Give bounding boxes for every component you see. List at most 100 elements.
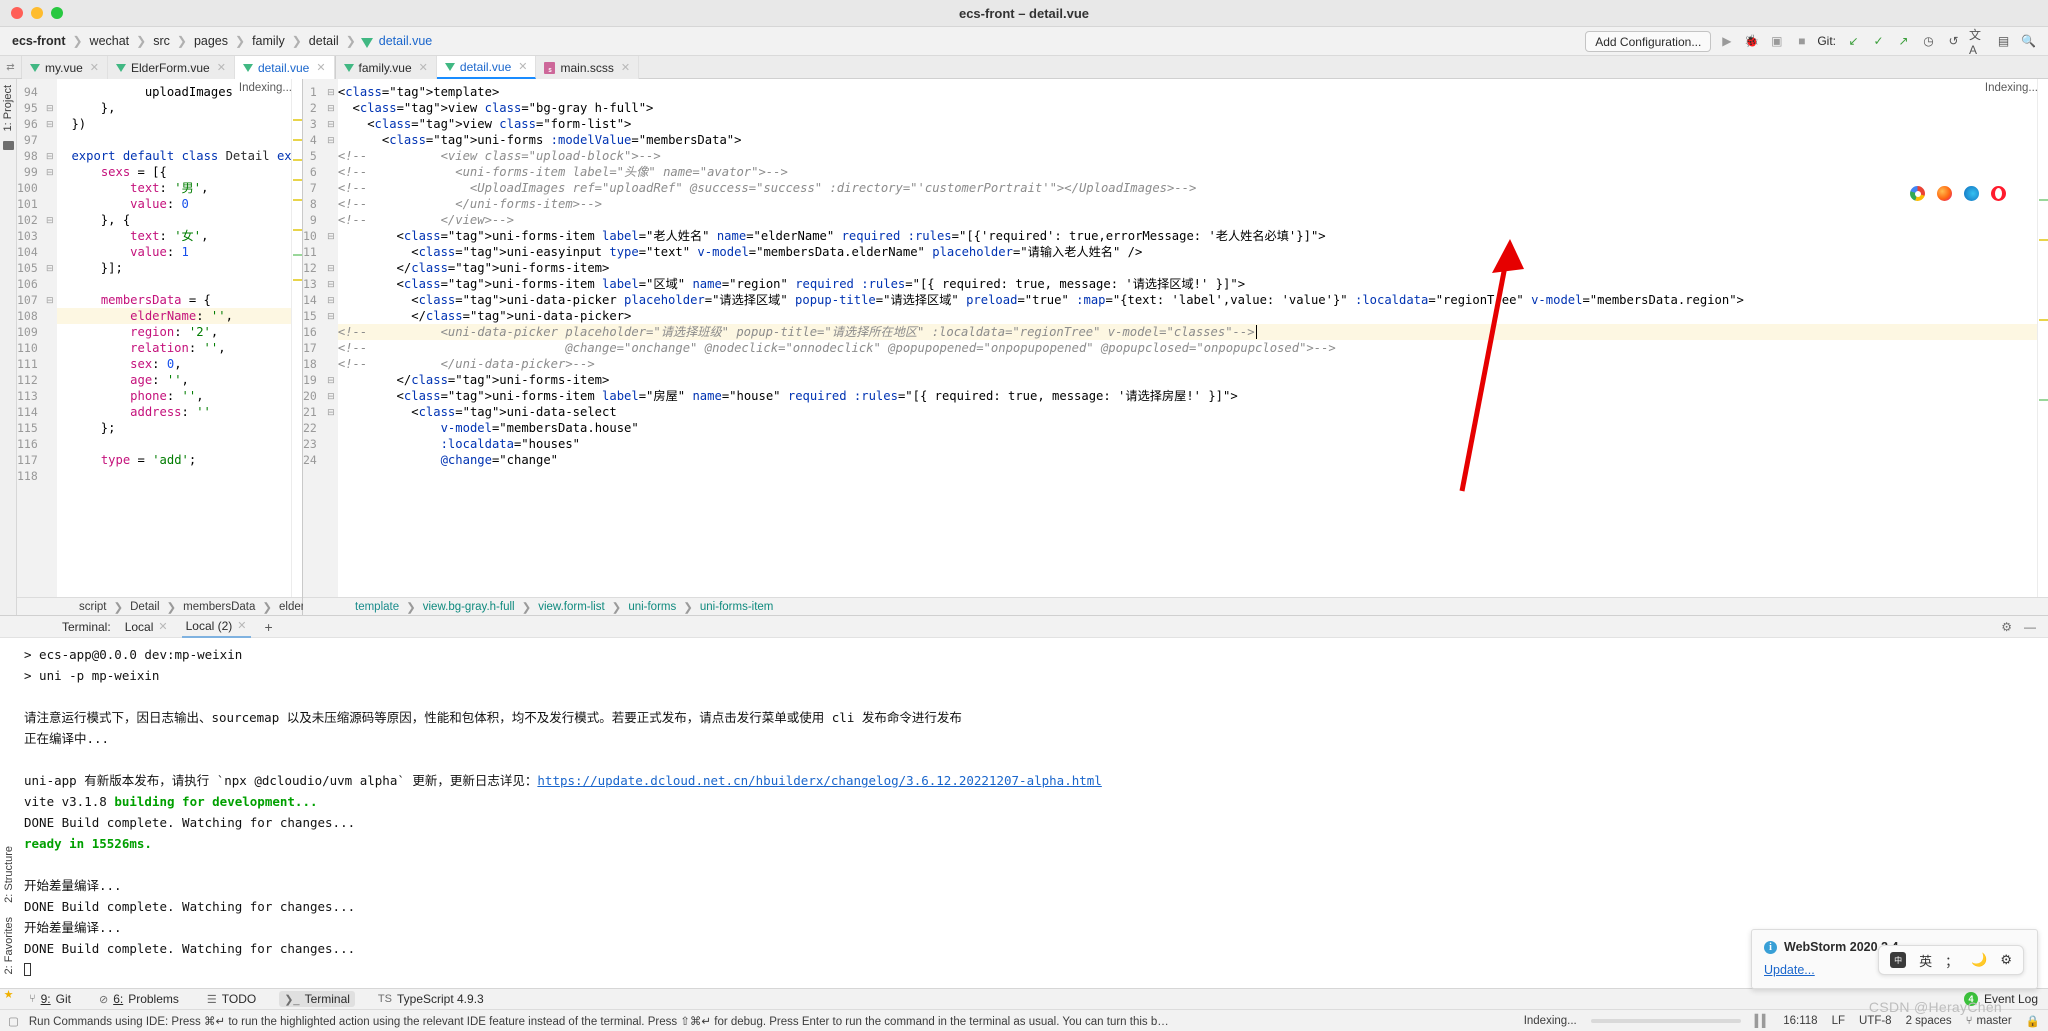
marker-bar-right[interactable] <box>2037 79 2048 597</box>
fold-marker[interactable] <box>324 340 338 356</box>
tool-window-project[interactable]: 1: Project <box>2 85 14 131</box>
fold-marker[interactable] <box>324 180 338 196</box>
close-icon[interactable]: ✕ <box>621 61 630 74</box>
fold-marker[interactable]: ⊟ <box>43 116 57 132</box>
run-icon[interactable]: ▶ <box>1717 32 1736 51</box>
code-text-right[interactable]: <class="tag">template> <class="tag">view… <box>337 79 2037 597</box>
file-encoding[interactable]: UTF-8 <box>1859 1015 1892 1027</box>
gear-icon[interactable]: ⚙ <box>2001 620 2012 634</box>
translate-icon[interactable]: 文A <box>1969 28 1988 57</box>
fold-marker[interactable] <box>43 132 57 148</box>
chrome-icon[interactable] <box>1910 186 1925 201</box>
update-project-icon[interactable]: ↙ <box>1844 32 1863 51</box>
window-controls[interactable] <box>0 7 63 19</box>
caret-position[interactable]: 16:118 <box>1783 1015 1817 1027</box>
ime-punctuation-label[interactable]: ； <box>1945 951 1958 970</box>
breadcrumb-item-src[interactable]: src <box>151 34 172 48</box>
crumb-script[interactable]: script <box>79 601 106 613</box>
close-icon[interactable]: ✕ <box>90 61 99 74</box>
input-method-hud[interactable]: 中 英 ； 🌙 ⚙ <box>1878 945 2024 975</box>
crumb-uni-forms[interactable]: uni-forms <box>628 601 676 613</box>
bottom-tab-terminal[interactable]: ❯_ Terminal <box>279 991 355 1007</box>
debug-icon[interactable]: 🐞 <box>1742 32 1761 51</box>
moon-icon[interactable]: 🌙 <box>1971 952 1987 968</box>
fold-marker[interactable]: ⊟ <box>43 212 57 228</box>
fold-marker[interactable]: ⊟ <box>324 372 338 388</box>
crumb-view-formlist[interactable]: view.form-list <box>538 601 604 613</box>
fold-marker[interactable]: ⊟ <box>324 308 338 324</box>
breadcrumb-item-file[interactable]: detail.vue <box>377 34 435 48</box>
tool-window-structure[interactable]: 2: Structure <box>3 846 15 903</box>
fold-marker[interactable]: ⊟ <box>324 292 338 308</box>
terminal-output[interactable]: > ecs-app@0.0.0 dev:mp-weixin > uni -p mp… <box>0 638 2048 988</box>
editor-right-body[interactable]: Indexing... 1 2 3 4 5 6 7 8 9 10 11 12 13 14 15 16 17 18 1… <box>303 79 2048 597</box>
crumb-membersdata[interactable]: membersData <box>183 601 255 613</box>
fold-marker[interactable]: ⊟ <box>324 404 338 420</box>
favorites-star-icon[interactable]: ★ <box>4 988 14 1001</box>
close-icon[interactable]: ✕ <box>419 61 428 74</box>
fold-column-left[interactable]: ⊟ ⊟ ⊟ ⊟ ⊟ ⊟ ⊟ <box>42 79 57 597</box>
terminal-tab-local[interactable]: Local ✕ <box>121 616 172 638</box>
fold-marker[interactable]: ⊟ <box>43 100 57 116</box>
fold-marker[interactable] <box>324 148 338 164</box>
crumb-template[interactable]: template <box>355 601 399 613</box>
search-icon[interactable]: 🔍 <box>2019 32 2038 51</box>
fold-marker[interactable] <box>324 212 338 228</box>
opera-icon[interactable] <box>1991 186 2006 201</box>
close-icon[interactable]: ✕ <box>518 60 527 73</box>
fold-marker[interactable] <box>43 228 57 244</box>
fold-marker[interactable]: ⊟ <box>324 388 338 404</box>
fold-marker[interactable]: ⊟ <box>324 276 338 292</box>
fold-marker[interactable] <box>324 324 338 340</box>
code-text-left[interactable]: uploadImages }, }) export default class … <box>56 79 291 597</box>
tab-family-vue[interactable]: family.vue ✕ <box>335 56 437 79</box>
browser-launcher-cluster[interactable] <box>1902 182 2014 205</box>
breadcrumb-item-wechat[interactable]: wechat <box>88 34 132 48</box>
add-configuration-button[interactable]: Add Configuration... <box>1585 30 1712 52</box>
editor-left-body[interactable]: Indexing... 94 95 96 97 98 99 100 101 102 103 104 1… <box>17 79 302 597</box>
breadcrumb-item-project[interactable]: ecs-front <box>10 34 67 48</box>
tab-my-vue[interactable]: my.vue ✕ <box>22 56 109 79</box>
fold-marker[interactable]: ⊟ <box>324 100 338 116</box>
coverage-icon[interactable]: ▣ <box>1767 32 1786 51</box>
close-icon[interactable]: ✕ <box>237 619 246 632</box>
minimize-window-button[interactable] <box>31 7 43 19</box>
tab-detail-vue-right[interactable]: detail.vue ✕ <box>436 56 537 79</box>
fold-marker[interactable]: ⊟ <box>324 260 338 276</box>
edge-icon[interactable] <box>1964 186 1979 201</box>
marker-bar-left[interactable] <box>291 79 302 597</box>
minimize-icon[interactable]: — <box>2024 620 2036 634</box>
fold-marker[interactable]: ⊟ <box>324 116 338 132</box>
pause-indexing-icon[interactable]: ▍▍ <box>1755 1014 1772 1028</box>
maximize-window-button[interactable] <box>51 7 63 19</box>
fold-marker[interactable] <box>43 276 57 292</box>
commit-icon[interactable]: ✓ <box>1869 32 1888 51</box>
terminal-tab-local-2[interactable]: Local (2) ✕ <box>181 616 251 638</box>
bottom-tab-problems[interactable]: ⊘ 6: Problems <box>94 991 184 1007</box>
crumb-detail[interactable]: Detail <box>130 601 159 613</box>
layout-icon[interactable]: ▤ <box>1994 32 2013 51</box>
fold-marker[interactable]: ⊟ <box>43 292 57 308</box>
tab-detail-vue-left[interactable]: detail.vue ✕ <box>234 56 335 79</box>
ime-app-icon[interactable]: 中 <box>1890 952 1907 968</box>
git-branch-widget[interactable]: ⑂ master <box>1966 1015 2012 1027</box>
close-icon[interactable]: ✕ <box>316 61 325 74</box>
close-icon[interactable]: ✕ <box>158 620 167 633</box>
bottom-tab-git[interactable]: ⑂ 9: Git <box>24 991 76 1007</box>
fold-marker[interactable]: ⊟ <box>324 132 338 148</box>
undo-icon[interactable]: ↺ <box>1944 32 1963 51</box>
fold-marker[interactable]: ⊟ <box>324 84 338 100</box>
gear-icon[interactable]: ⚙ <box>2000 952 2012 968</box>
fold-marker[interactable] <box>324 356 338 372</box>
breadcrumb-item-family[interactable]: family <box>250 34 287 48</box>
fold-marker[interactable] <box>324 244 338 260</box>
tool-window-favorites[interactable]: 2: Favorites <box>3 917 15 974</box>
fold-marker[interactable] <box>324 164 338 180</box>
fold-marker[interactable]: ⊟ <box>324 228 338 244</box>
fold-marker[interactable] <box>43 180 57 196</box>
crumb-view-bggray[interactable]: view.bg-gray.h-full <box>423 601 515 613</box>
firefox-icon[interactable] <box>1937 186 1952 201</box>
crumb-uni-forms-item[interactable]: uni-forms-item <box>700 601 773 613</box>
tab-main-scss[interactable]: S main.scss ✕ <box>536 56 640 79</box>
tab-elderform-vue[interactable]: ElderForm.vue ✕ <box>108 56 235 79</box>
